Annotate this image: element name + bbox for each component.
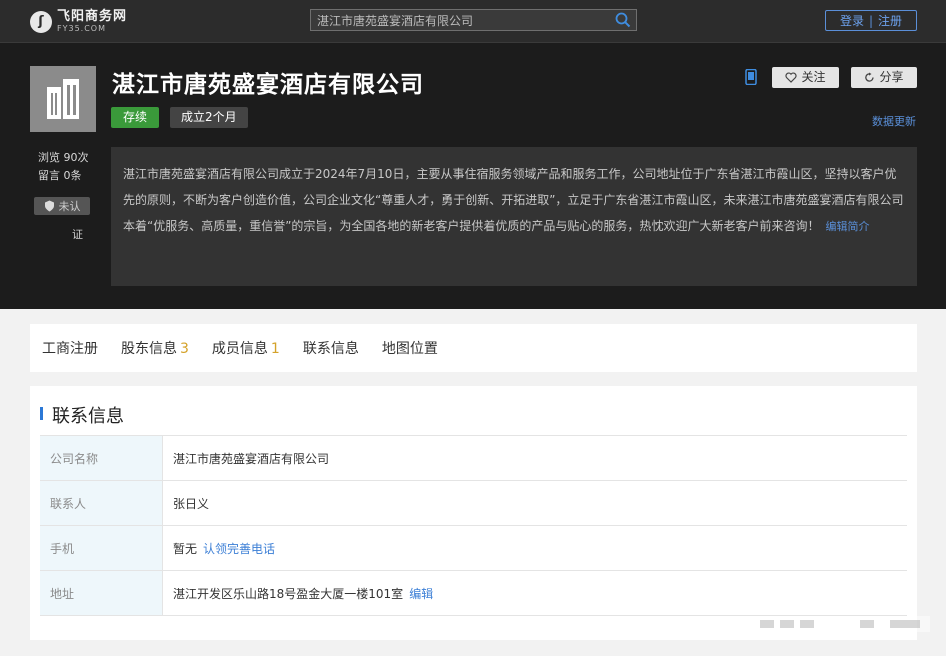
tab-contact[interactable]: 联系信息 [303,338,359,358]
share-button[interactable]: 分享 [851,67,917,88]
contact-info-card: 联系信息 公司名称 湛江市唐苑盛宴酒店有限公司 联系人 张日义 手机 暂无 认领完… [30,386,917,640]
row-label: 地址 [40,571,163,615]
unverified-suffix: 证 [72,228,83,241]
tab-label: 成员信息 [211,341,268,357]
tab-business-registration[interactable]: 工商注册 [42,338,98,358]
data-update-link[interactable]: 数据更新 [872,113,916,129]
shield-icon [44,200,54,212]
tab-label: 联系信息 [302,341,359,357]
tab-members[interactable]: 成员信息 1 [212,338,280,358]
established-age-badge: 成立2个月 [170,107,248,128]
top-nav-bar: ʃ 飞阳商务网 FY35.COM 登录 | 注册 [0,0,946,43]
row-label: 手机 [40,526,163,570]
row-value: 湛江开发区乐山路18号盈金大厦一楼101室 编辑 [163,571,907,615]
mobile-value: 暂无 [173,541,198,556]
messages-count: 留言 0条 [38,169,82,182]
company-stats: 浏览 90次 留言 0条 [38,149,89,185]
row-value: 湛江市唐苑盛宴酒店有限公司 [163,436,907,480]
follow-label: 关注 [801,70,826,84]
company-name-value: 湛江市唐苑盛宴酒店有限公司 [173,451,330,466]
company-intro: 湛江市唐苑盛宴酒店有限公司成立于2024年7月10日，主要从事住宿服务领域产品和… [111,147,917,286]
share-icon [865,72,875,82]
search-input[interactable] [317,12,607,28]
section-title: 联系信息 [40,402,124,428]
edit-address-link[interactable]: 编辑 [409,585,433,602]
tab-shareholders[interactable]: 股东信息 3 [121,338,189,358]
building-icon [30,66,96,132]
views-count: 浏览 90次 [38,151,89,164]
claim-phone-link[interactable]: 认领完善电话 [203,540,275,557]
register-link[interactable]: 注册 [878,12,902,29]
phone-icon[interactable] [745,69,757,85]
heart-icon [785,72,798,83]
status-badge: 存续 [111,107,160,128]
tab-count: 3 [180,341,189,357]
table-row: 联系人 张日义 [40,481,907,526]
tab-count: 1 [270,341,280,357]
logo-name: 飞阳商务网 [57,9,128,24]
auth-links: 登录 | 注册 [825,10,917,31]
logo-domain: FY35.COM [57,24,106,33]
contact-person-value: 张日义 [173,496,210,511]
company-name-title: 湛江市唐苑盛宴酒店有限公司 [112,72,424,98]
share-label: 分享 [879,70,904,84]
intro-text: 湛江市唐苑盛宴酒店有限公司成立于2024年7月10日，主要从事住宿服务领域产品和… [123,167,904,233]
logo-mark-icon: ʃ [30,10,52,33]
edit-intro-link[interactable]: 编辑简介 [825,220,869,233]
section-tabs: 工商注册 股东信息 3 成员信息 1 联系信息 地图位置 [30,324,917,372]
company-header: 湛江市唐苑盛宴酒店有限公司 存续 成立2个月 关注 分享 数据更新 浏览 90次… [0,43,946,309]
row-label: 联系人 [40,481,163,525]
unverified-badge[interactable]: 未认 [34,197,90,215]
watermark-graphic [750,616,930,632]
row-label: 公司名称 [40,436,163,480]
table-row: 手机 暂无 认领完善电话 [40,526,907,571]
tab-label: 地图位置 [381,341,438,357]
tab-label: 股东信息 [121,341,177,357]
search-box [310,9,637,31]
contact-table: 公司名称 湛江市唐苑盛宴酒店有限公司 联系人 张日义 手机 暂无 认领完善电话 地… [40,435,907,616]
follow-button[interactable]: 关注 [772,67,839,88]
tab-map[interactable]: 地图位置 [382,338,438,358]
table-row: 公司名称 湛江市唐苑盛宴酒店有限公司 [40,436,907,481]
unverified-label: 未认 [58,200,81,213]
login-link[interactable]: 登录 [840,12,864,29]
row-value: 张日义 [163,481,907,525]
address-value: 湛江开发区乐山路18号盈金大厦一楼101室 [173,586,404,601]
search-icon[interactable] [615,12,631,28]
site-logo[interactable]: ʃ 飞阳商务网 FY35.COM [30,10,127,33]
row-value: 暂无 认领完善电话 [163,526,907,570]
auth-divider: | [868,13,874,28]
logo-text: 飞阳商务网 FY35.COM [57,10,127,33]
tab-label: 工商注册 [42,341,98,357]
